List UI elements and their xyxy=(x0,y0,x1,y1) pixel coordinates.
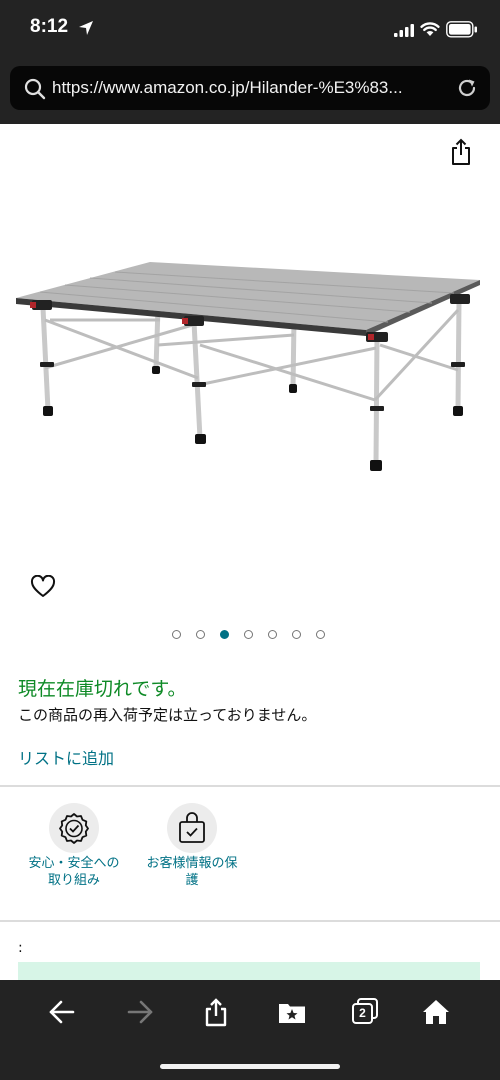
battery-icon xyxy=(446,21,477,38)
colon-text: : xyxy=(18,940,23,956)
carousel-dot[interactable] xyxy=(196,630,205,639)
carousel-dot[interactable] xyxy=(268,630,277,639)
badge-safety[interactable]: 安心・安全への 取り組み xyxy=(14,803,134,889)
bookmarks-icon[interactable] xyxy=(278,998,306,1026)
lock-bag-icon xyxy=(179,812,205,843)
forward-icon[interactable] xyxy=(126,998,154,1026)
divider xyxy=(0,920,500,922)
browser-top-chrome: 8:12 https://www.amazon.co.jp/Hilander-%… xyxy=(0,0,500,124)
home-icon[interactable] xyxy=(422,998,450,1026)
search-icon xyxy=(24,78,46,100)
stock-status: 現在在庫切れです。 xyxy=(18,678,187,700)
shield-check-icon xyxy=(59,813,89,844)
carousel-dot[interactable] xyxy=(316,630,325,639)
product-image[interactable] xyxy=(10,250,490,480)
badge-safety-label[interactable]: 安心・安全への 取り組み xyxy=(14,855,134,889)
carousel-dot[interactable] xyxy=(244,630,253,639)
url-text[interactable]: https://www.amazon.co.jp/Hilander-%E3%83… xyxy=(52,78,452,98)
signal-icon xyxy=(394,24,414,37)
wifi-icon xyxy=(420,22,440,36)
add-to-list-link[interactable]: リストに追加 xyxy=(18,745,114,769)
carousel-dot[interactable] xyxy=(172,630,181,639)
share-icon[interactable] xyxy=(448,138,474,166)
divider xyxy=(0,785,500,787)
share-icon[interactable] xyxy=(202,998,230,1028)
restock-note: この商品の再入荷予定は立っておりません。 xyxy=(18,706,317,724)
carousel-dot[interactable] xyxy=(292,630,301,639)
badge-privacy[interactable]: お客様情報の保 護 xyxy=(132,803,252,889)
reload-icon[interactable] xyxy=(456,77,478,99)
address-bar[interactable]: https://www.amazon.co.jp/Hilander-%E3%83… xyxy=(10,66,490,110)
location-arrow-icon xyxy=(79,21,93,35)
tabs-count: 2 xyxy=(352,1003,373,1024)
heart-icon[interactable] xyxy=(30,575,56,599)
badge-privacy-label[interactable]: お客様情報の保 護 xyxy=(132,855,252,889)
back-icon[interactable] xyxy=(48,998,76,1026)
status-time: 8:12 xyxy=(30,16,69,37)
home-indicator xyxy=(160,1064,340,1069)
tabs-icon[interactable]: 2 xyxy=(352,998,380,1026)
carousel-dot-active[interactable] xyxy=(220,630,229,639)
